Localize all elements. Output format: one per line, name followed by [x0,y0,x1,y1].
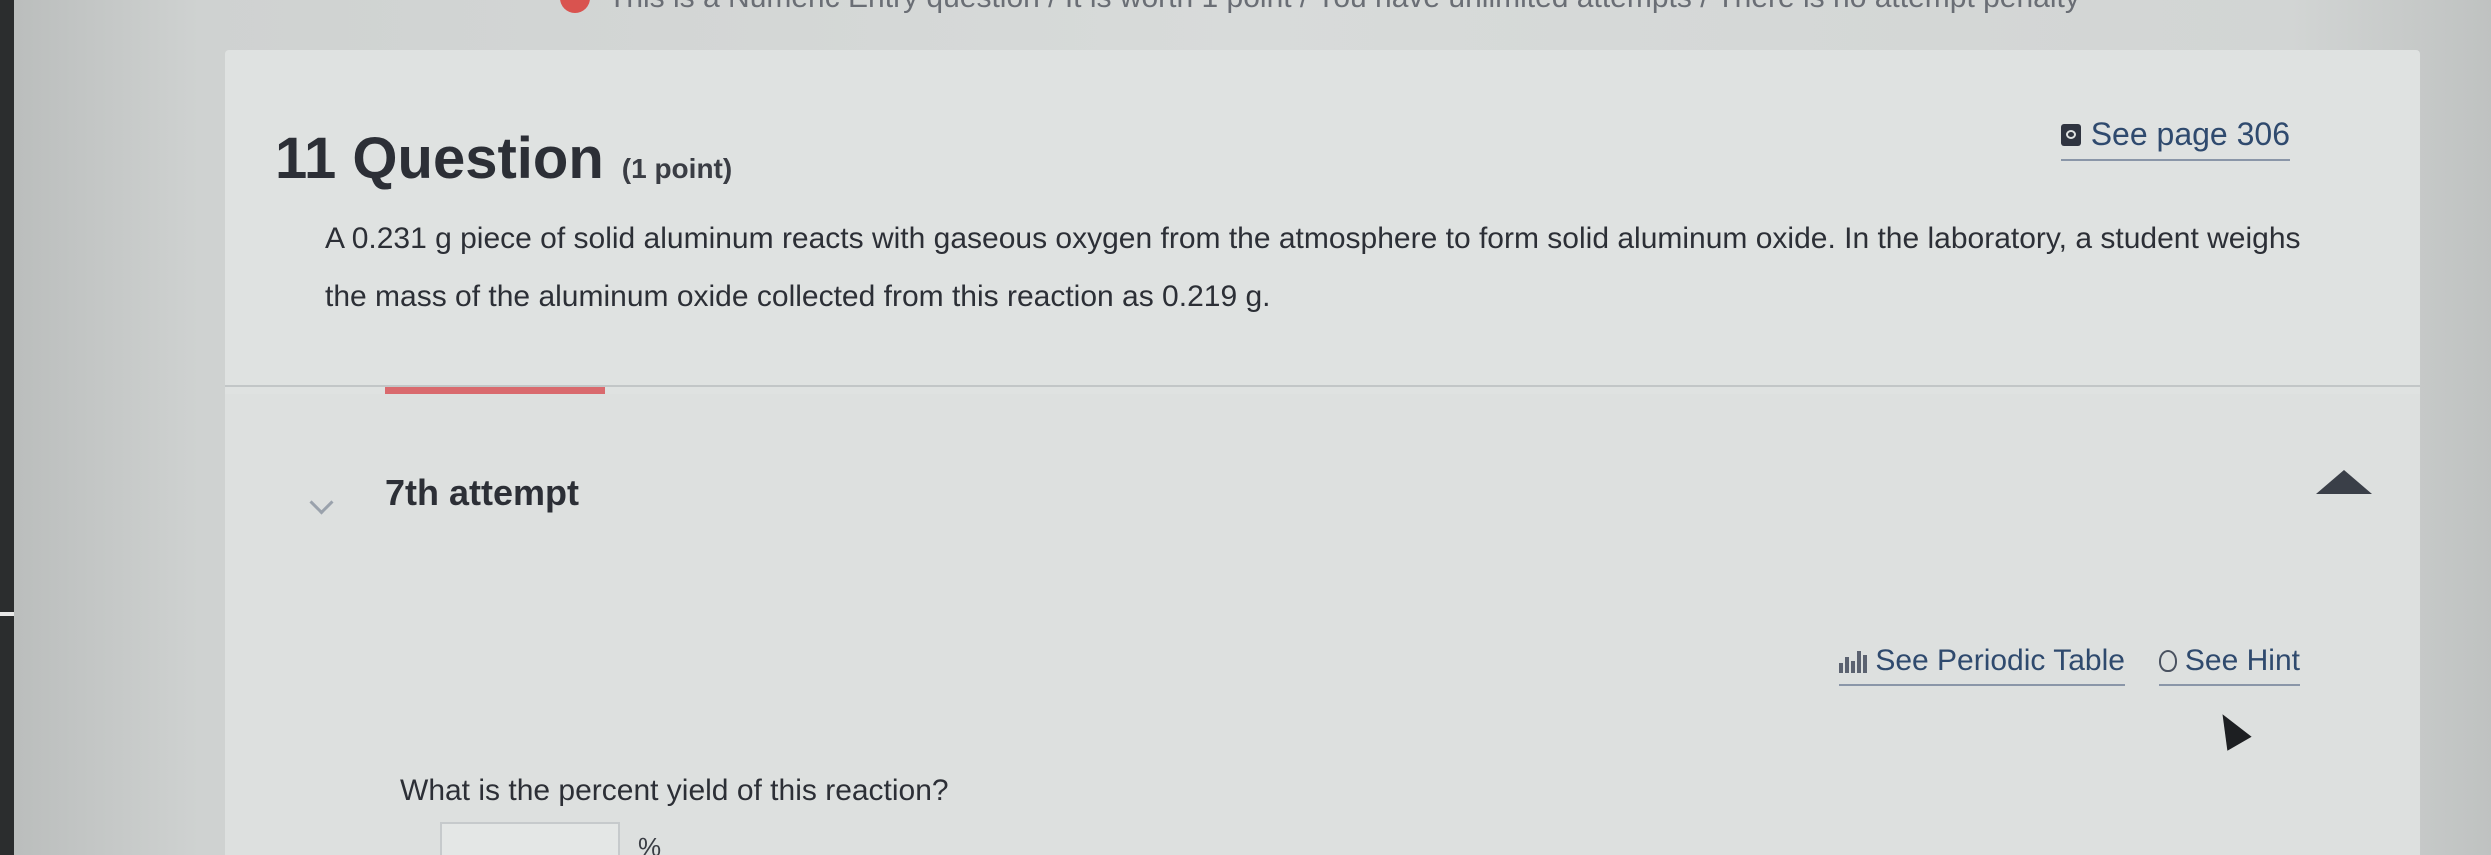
question-points: (1 point) [621,153,733,184]
question-info-banner: This is a Numeric Entry question / It is… [560,0,2160,18]
answer-row: % [440,822,661,855]
lightbulb-icon [2158,650,2177,672]
tool-links: See Periodic Table See Hint [1839,644,2300,686]
window-edge-marker [0,612,14,616]
attempt-section: 7th attempt See Periodic Table See Hint … [225,394,2420,855]
percent-yield-input[interactable] [440,822,620,855]
periodic-table-label: See Periodic Table [1875,644,2125,677]
screen: This is a Numeric Entry question / It is… [0,0,2491,855]
question-card: 11 Question (1 point) See page 306 A 0.2… [225,50,2420,855]
question-title: 11 Question [275,126,604,191]
question-prompt: What is the percent yield of this reacti… [400,774,949,807]
banner-text: This is a Numeric Entry question / It is… [608,0,2080,15]
see-page-link[interactable]: See page 306 [2060,116,2290,161]
info-dot-icon [560,0,590,13]
periodic-table-link[interactable]: See Periodic Table [1839,644,2125,686]
window-edge [0,0,14,855]
attempt-accent-bar [385,387,605,394]
see-page-label: See page 306 [2090,116,2290,152]
ebook-icon [2060,123,2081,146]
question-header: 11 Question (1 point) [275,125,732,192]
percent-unit: % [638,831,662,855]
mouse-cursor-icon [2210,707,2252,751]
attempt-label: 7th attempt [385,472,580,513]
periodic-table-icon [1839,649,1868,673]
hint-link[interactable]: See Hint [2158,644,2300,686]
question-text: A 0.231 g piece of solid aluminum reacts… [325,222,2301,313]
collapse-up-icon[interactable] [2316,470,2372,494]
hint-label: See Hint [2184,644,2300,677]
chevron-down-icon[interactable] [309,490,334,515]
